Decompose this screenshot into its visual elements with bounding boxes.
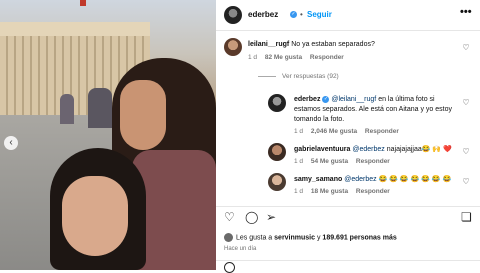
avatar[interactable] [224,38,242,56]
comment-time[interactable]: 1 d [248,54,257,61]
comment-time[interactable]: 1 d [294,188,303,195]
chevron-left-icon[interactable]: ‹ [4,136,18,150]
heart-icon[interactable]: ♡ [462,148,470,156]
comment-time[interactable]: 1 d [294,158,303,165]
likes-user[interactable]: servinmusic [274,234,315,241]
comment-username[interactable]: ederbez [294,96,320,103]
verified-badge-icon: ✓ [290,11,297,18]
view-replies-button[interactable]: Ver respuestas (92) [258,73,339,80]
post-details-panel: ederbez ✓ • Seguir ••• leilani__rugf No … [216,0,480,273]
comment-meta: 1 d 2,046 Me gusta Responder [294,128,405,135]
add-comment-bar [216,260,480,273]
comment-likes[interactable]: 82 Me gusta [265,54,302,61]
comment-text: najajajajjaa😂 🙌 ❤️ [386,146,452,153]
comment-meta: 1 d 18 Me gusta Responder [294,188,396,195]
mention-link[interactable]: @ederbez [344,176,376,183]
heart-icon[interactable]: ♡ [462,178,470,186]
comment-likes[interactable]: 54 Me gusta [311,158,348,165]
background-person [60,94,74,124]
comment-likes[interactable]: 2,046 Me gusta [311,128,357,135]
post-header: ederbez ✓ • Seguir ••• [216,0,480,31]
instagram-post-view: ‹ ederbez ✓ • Seguir ••• leilani__rugf N… [0,0,480,273]
emoji-icon[interactable] [224,262,235,273]
avatar[interactable] [268,94,286,112]
share-icon[interactable]: ➢ [266,211,276,223]
post-username[interactable]: ederbez [248,10,278,19]
girl-face [62,176,128,256]
comment: leilani__rugf No ya estaban separados? [248,40,463,50]
comment-text: No ya estaban separados? [291,41,375,48]
woman-face [120,80,166,150]
comment-meta: 1 d 54 Me gusta Responder [294,158,396,165]
follow-button[interactable]: Seguir [307,10,332,19]
posted-time[interactable]: Hace un día [224,246,256,252]
likes-middle: y [316,234,321,242]
comment-meta: 1 d 82 Me gusta Responder [248,54,350,61]
comment-time[interactable]: 1 d [294,128,303,135]
comment-username[interactable]: samy_samano [294,176,342,183]
avatar[interactable] [268,143,286,161]
bookmark-icon[interactable]: ❏ [461,211,472,223]
avatar[interactable] [224,233,233,242]
avatar[interactable] [268,173,286,191]
mention-link[interactable]: @leilani__rugf [331,96,376,103]
reply-button[interactable]: Responder [356,188,390,195]
more-options-icon[interactable]: ••• [460,6,472,18]
comment-likes[interactable]: 18 Me gusta [311,188,348,195]
avatar[interactable] [224,6,242,24]
heart-icon[interactable]: ♡ [462,44,470,52]
comment-username[interactable]: gabrielaventuura [294,146,350,153]
reply-comment: samy_samano @ederbez 😂 😂 😂 😂 😂 😂 😂 [294,175,462,185]
likes-summary: Les gusta a servinmusic y 189.691 person… [224,233,397,242]
reply-button[interactable]: Responder [365,128,399,135]
verified-badge-icon: ✓ [322,95,330,103]
post-photo[interactable]: ‹ [0,0,216,270]
reply-button[interactable]: Responder [310,54,344,61]
likes-count[interactable]: 189.691 personas más [322,234,396,241]
reply-button[interactable]: Responder [356,158,390,165]
mention-link[interactable]: @ederbez [352,146,384,153]
flag [80,0,86,6]
divider [258,75,276,77]
likes-prefix: Les gusta a [236,234,273,242]
reply-comment: ederbez ✓ @leilani__rugf en la última fo… [294,95,462,125]
heart-icon[interactable]: ♡ [462,99,470,107]
comment-username[interactable]: leilani__rugf [248,41,289,48]
post-actions-bar: ♡ ◯ ➢ ❏ [216,206,480,227]
background-person [88,88,112,128]
view-replies-label: Ver respuestas (92) [282,73,339,80]
comment-text: 😂 😂 😂 😂 😂 😂 😂 [378,176,452,183]
separator-dot: • [300,10,303,19]
heart-icon[interactable]: ♡ [224,211,235,223]
comment-icon[interactable]: ◯ [245,211,258,223]
reply-comment: gabrielaventuura @ederbez najajajajjaa😂 … [294,145,462,155]
